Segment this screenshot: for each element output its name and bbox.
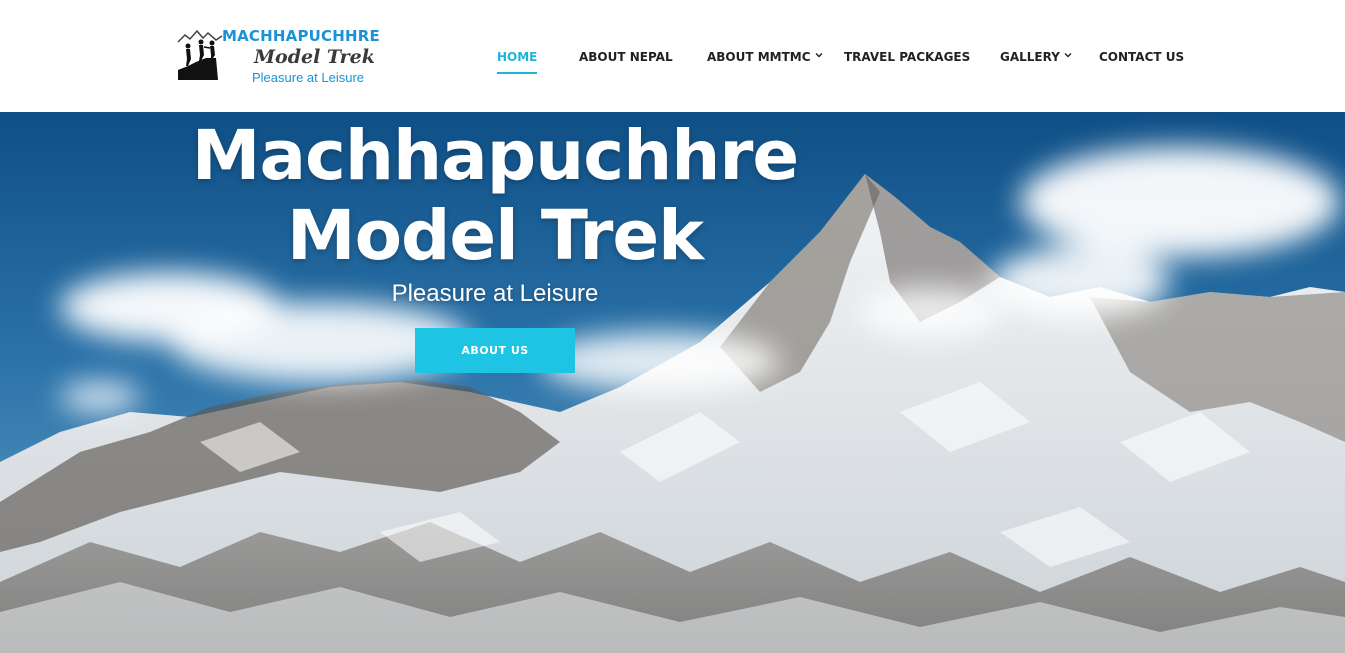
hero-title-line2: Model Trek <box>286 196 704 276</box>
nav-contact-us[interactable]: CONTACT US <box>1099 49 1184 65</box>
about-us-button[interactable]: ABOUT US <box>415 328 575 373</box>
hero-subtitle: Pleasure at Leisure <box>391 280 599 307</box>
site-header: MACHHAPUCHHRE Model Trek Pleasure at Lei… <box>0 0 1345 112</box>
hero-banner: Machhapuchhre Model Trek Pleasure at Lei… <box>0 112 1345 653</box>
chevron-down-icon <box>1064 53 1072 58</box>
nav-about-mmtmc[interactable]: ABOUT MMTMC <box>707 49 823 65</box>
chevron-down-icon <box>815 53 823 58</box>
nav-home[interactable]: HOME <box>497 49 538 74</box>
hero-title-line1: Machhapuchhre <box>191 116 799 196</box>
nav-about-mmtmc-label: ABOUT MMTMC <box>707 50 811 64</box>
hero-title: Machhapuchhre Model Trek <box>150 116 840 276</box>
main-navigation: HOME ABOUT NEPAL ABOUT MMTMC TRAVEL PACK… <box>0 49 1345 79</box>
nav-about-nepal[interactable]: ABOUT NEPAL <box>579 49 673 65</box>
logo-title: MACHHAPUCHHRE <box>222 27 380 45</box>
nav-gallery[interactable]: GALLERY <box>1000 49 1072 65</box>
nav-gallery-label: GALLERY <box>1000 50 1060 64</box>
nav-travel-packages[interactable]: TRAVEL PACKAGES <box>844 49 970 65</box>
